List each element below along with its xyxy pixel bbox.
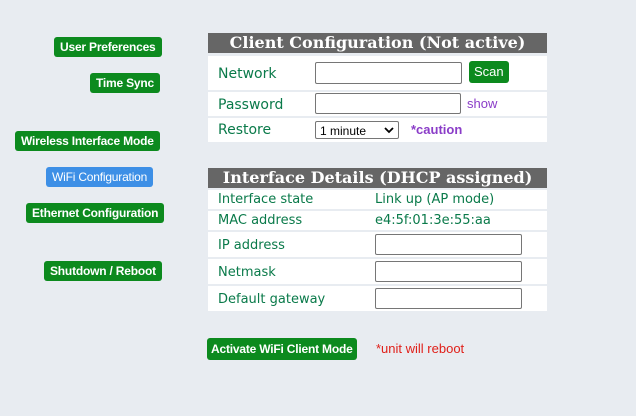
reboot-warning: *unit will reboot	[376, 341, 465, 356]
chevron-down-icon	[384, 122, 394, 143]
netmask-label: Netmask	[218, 265, 276, 280]
sidebar-item-user-preferences[interactable]: User Preferences	[54, 37, 162, 57]
password-input[interactable]	[315, 93, 461, 114]
gateway-input[interactable]	[375, 288, 522, 309]
sidebar-item-wifi-configuration[interactable]: WiFi Configuration	[46, 167, 154, 187]
mac-value: e4:5f:01:3e:55:aa	[375, 213, 491, 228]
password-label: Password	[218, 97, 284, 113]
sidebar-item-wireless-interface-mode[interactable]: Wireless Interface Mode	[15, 131, 160, 151]
network-label: Network	[218, 66, 277, 82]
sidebar-item-label: Wireless Interface Mode	[21, 134, 154, 148]
sidebar-item-label: Shutdown / Reboot	[50, 264, 156, 278]
client-config-title: Client Configuration (Not active)	[208, 33, 547, 53]
interface-state-label: Interface state	[218, 192, 314, 207]
sidebar-item-ethernet-configuration[interactable]: Ethernet Configuration	[26, 203, 165, 223]
sidebar-item-label: User Preferences	[60, 40, 156, 54]
ip-row: IP address	[208, 232, 547, 257]
password-row: Password show	[208, 92, 547, 116]
sidebar-item-label: WiFi Configuration	[52, 170, 148, 184]
sidebar-item-label: Time Sync	[96, 76, 155, 90]
restore-select[interactable]: 1 minute	[315, 121, 399, 139]
restore-row: Restore 1 minute *caution	[208, 118, 547, 142]
netmask-row: Netmask	[208, 259, 547, 284]
mac-row: MAC address e4:5f:01:3e:55:aa	[208, 211, 547, 230]
network-row: Network Scan	[208, 56, 547, 90]
interface-details-title: Interface Details (DHCP assigned)	[208, 168, 547, 188]
mac-label: MAC address	[218, 213, 303, 228]
scan-button[interactable]: Scan	[469, 61, 509, 83]
restore-label: Restore	[218, 122, 272, 138]
gateway-label: Default gateway	[218, 292, 326, 307]
interface-state-row: Interface state Link up (AP mode)	[208, 190, 547, 209]
interface-state-value: Link up (AP mode)	[375, 192, 495, 207]
network-input[interactable]	[315, 62, 462, 84]
netmask-input[interactable]	[375, 261, 522, 282]
activate-wifi-client-button[interactable]: Activate WiFi Client Mode	[207, 338, 357, 360]
gateway-row: Default gateway	[208, 286, 547, 311]
sidebar-item-label: Ethernet Configuration	[32, 206, 159, 220]
ip-label: IP address	[218, 238, 285, 253]
show-password-link[interactable]: show	[467, 96, 497, 111]
caution-link[interactable]: *caution	[411, 122, 462, 137]
sidebar-item-time-sync[interactable]: Time Sync	[90, 73, 161, 93]
sidebar-item-shutdown-reboot[interactable]: Shutdown / Reboot	[44, 261, 162, 281]
ip-address-input[interactable]	[375, 234, 522, 255]
